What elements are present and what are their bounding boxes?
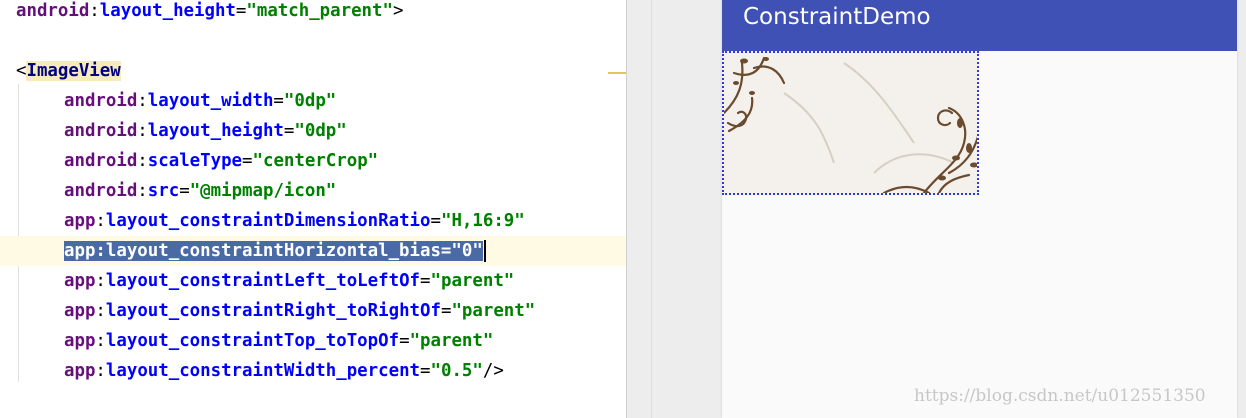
attr-namespace: app (64, 361, 96, 381)
code-line[interactable]: android:layout_height="match_parent"> (0, 0, 626, 26)
code-line[interactable]: android:src="@mipmap/icon" (0, 176, 626, 206)
attr-name: layout_height (147, 121, 284, 141)
attr-name: scaleType (147, 151, 243, 171)
tag-close: /> (482, 361, 504, 381)
attr-name: layout_constraintDimensionRatio (105, 211, 431, 231)
attr-value: "parent" (451, 301, 536, 321)
attr-value: "parent" (409, 331, 494, 351)
attr-namespace: app (64, 331, 96, 351)
attr-name: layout_constraintWidth_percent (105, 361, 421, 381)
code-line[interactable]: app:layout_constraintTop_toTopOf="parent… (0, 326, 626, 356)
code-line[interactable]: app:layout_constraintRight_toRightOf="pa… (0, 296, 626, 326)
code-editor[interactable]: android:layout_height="match_parent"> <I… (0, 0, 626, 418)
device-preview: ConstraintDemo (722, 0, 1237, 418)
preview-pane-edge (651, 0, 652, 418)
attr-value: "match_parent" (246, 1, 393, 21)
tag-close: > (392, 1, 404, 21)
code-line[interactable]: android:scaleType="centerCrop" (0, 146, 626, 176)
code-line[interactable]: app:layout_constraintDimensionRatio="H,1… (0, 206, 626, 236)
app-title: ConstraintDemo (743, 4, 931, 30)
attr-namespace: android (64, 181, 138, 201)
attr-name: layout_constraintLeft_toLeftOf (105, 271, 421, 291)
attr-value: "0dp" (283, 91, 337, 111)
attr-name: layout_constraintTop_toTopOf (105, 331, 400, 351)
selected-text[interactable]: app:layout_constraintHorizontal_bias="0" (64, 241, 483, 261)
code-line[interactable]: android:layout_width="0dp" (0, 86, 626, 116)
watermark-url: https://blog.csdn.net/u012551350 (914, 386, 1206, 406)
attr-value: "0dp" (294, 121, 347, 141)
tag-open: < (16, 61, 27, 81)
attr-namespace: app (64, 271, 96, 291)
attr-namespace: app (64, 211, 96, 231)
tag-name: ImageView (26, 61, 121, 81)
attr-name: src (147, 181, 180, 201)
attr-namespace: android (64, 91, 138, 111)
attr-name: layout_width (147, 91, 274, 111)
code-line[interactable]: <ImageView (0, 56, 626, 86)
code-line[interactable]: app:layout_constraintLeft_toLeftOf="pare… (0, 266, 626, 296)
text-caret (483, 240, 486, 262)
code-line[interactable]: app:layout_constraintWidth_percent="0.5"… (0, 356, 626, 386)
code-line-current[interactable]: app:layout_constraintHorizontal_bias="0" (0, 236, 626, 266)
attr-value: "@mipmap/icon" (189, 181, 337, 201)
attr-namespace: android (64, 151, 138, 171)
attr-namespace: android (16, 1, 90, 21)
app-bar: ConstraintDemo (722, 0, 1237, 51)
attr-name: layout_constraintRight_toRightOf (105, 301, 441, 321)
attr-value: "centerCrop" (252, 151, 379, 171)
code-line[interactable]: android:layout_height="0dp" (0, 116, 626, 146)
attr-value: "parent" (430, 271, 515, 291)
attr-namespace: android (64, 121, 138, 141)
attr-value: "H,16:9" (440, 211, 525, 231)
attr-value: "0.5" (430, 361, 483, 381)
floral-ornament-image (724, 53, 977, 193)
attr-namespace: app (64, 301, 96, 321)
attr-name: layout_height (99, 1, 236, 21)
image-view-selected[interactable] (722, 51, 979, 195)
